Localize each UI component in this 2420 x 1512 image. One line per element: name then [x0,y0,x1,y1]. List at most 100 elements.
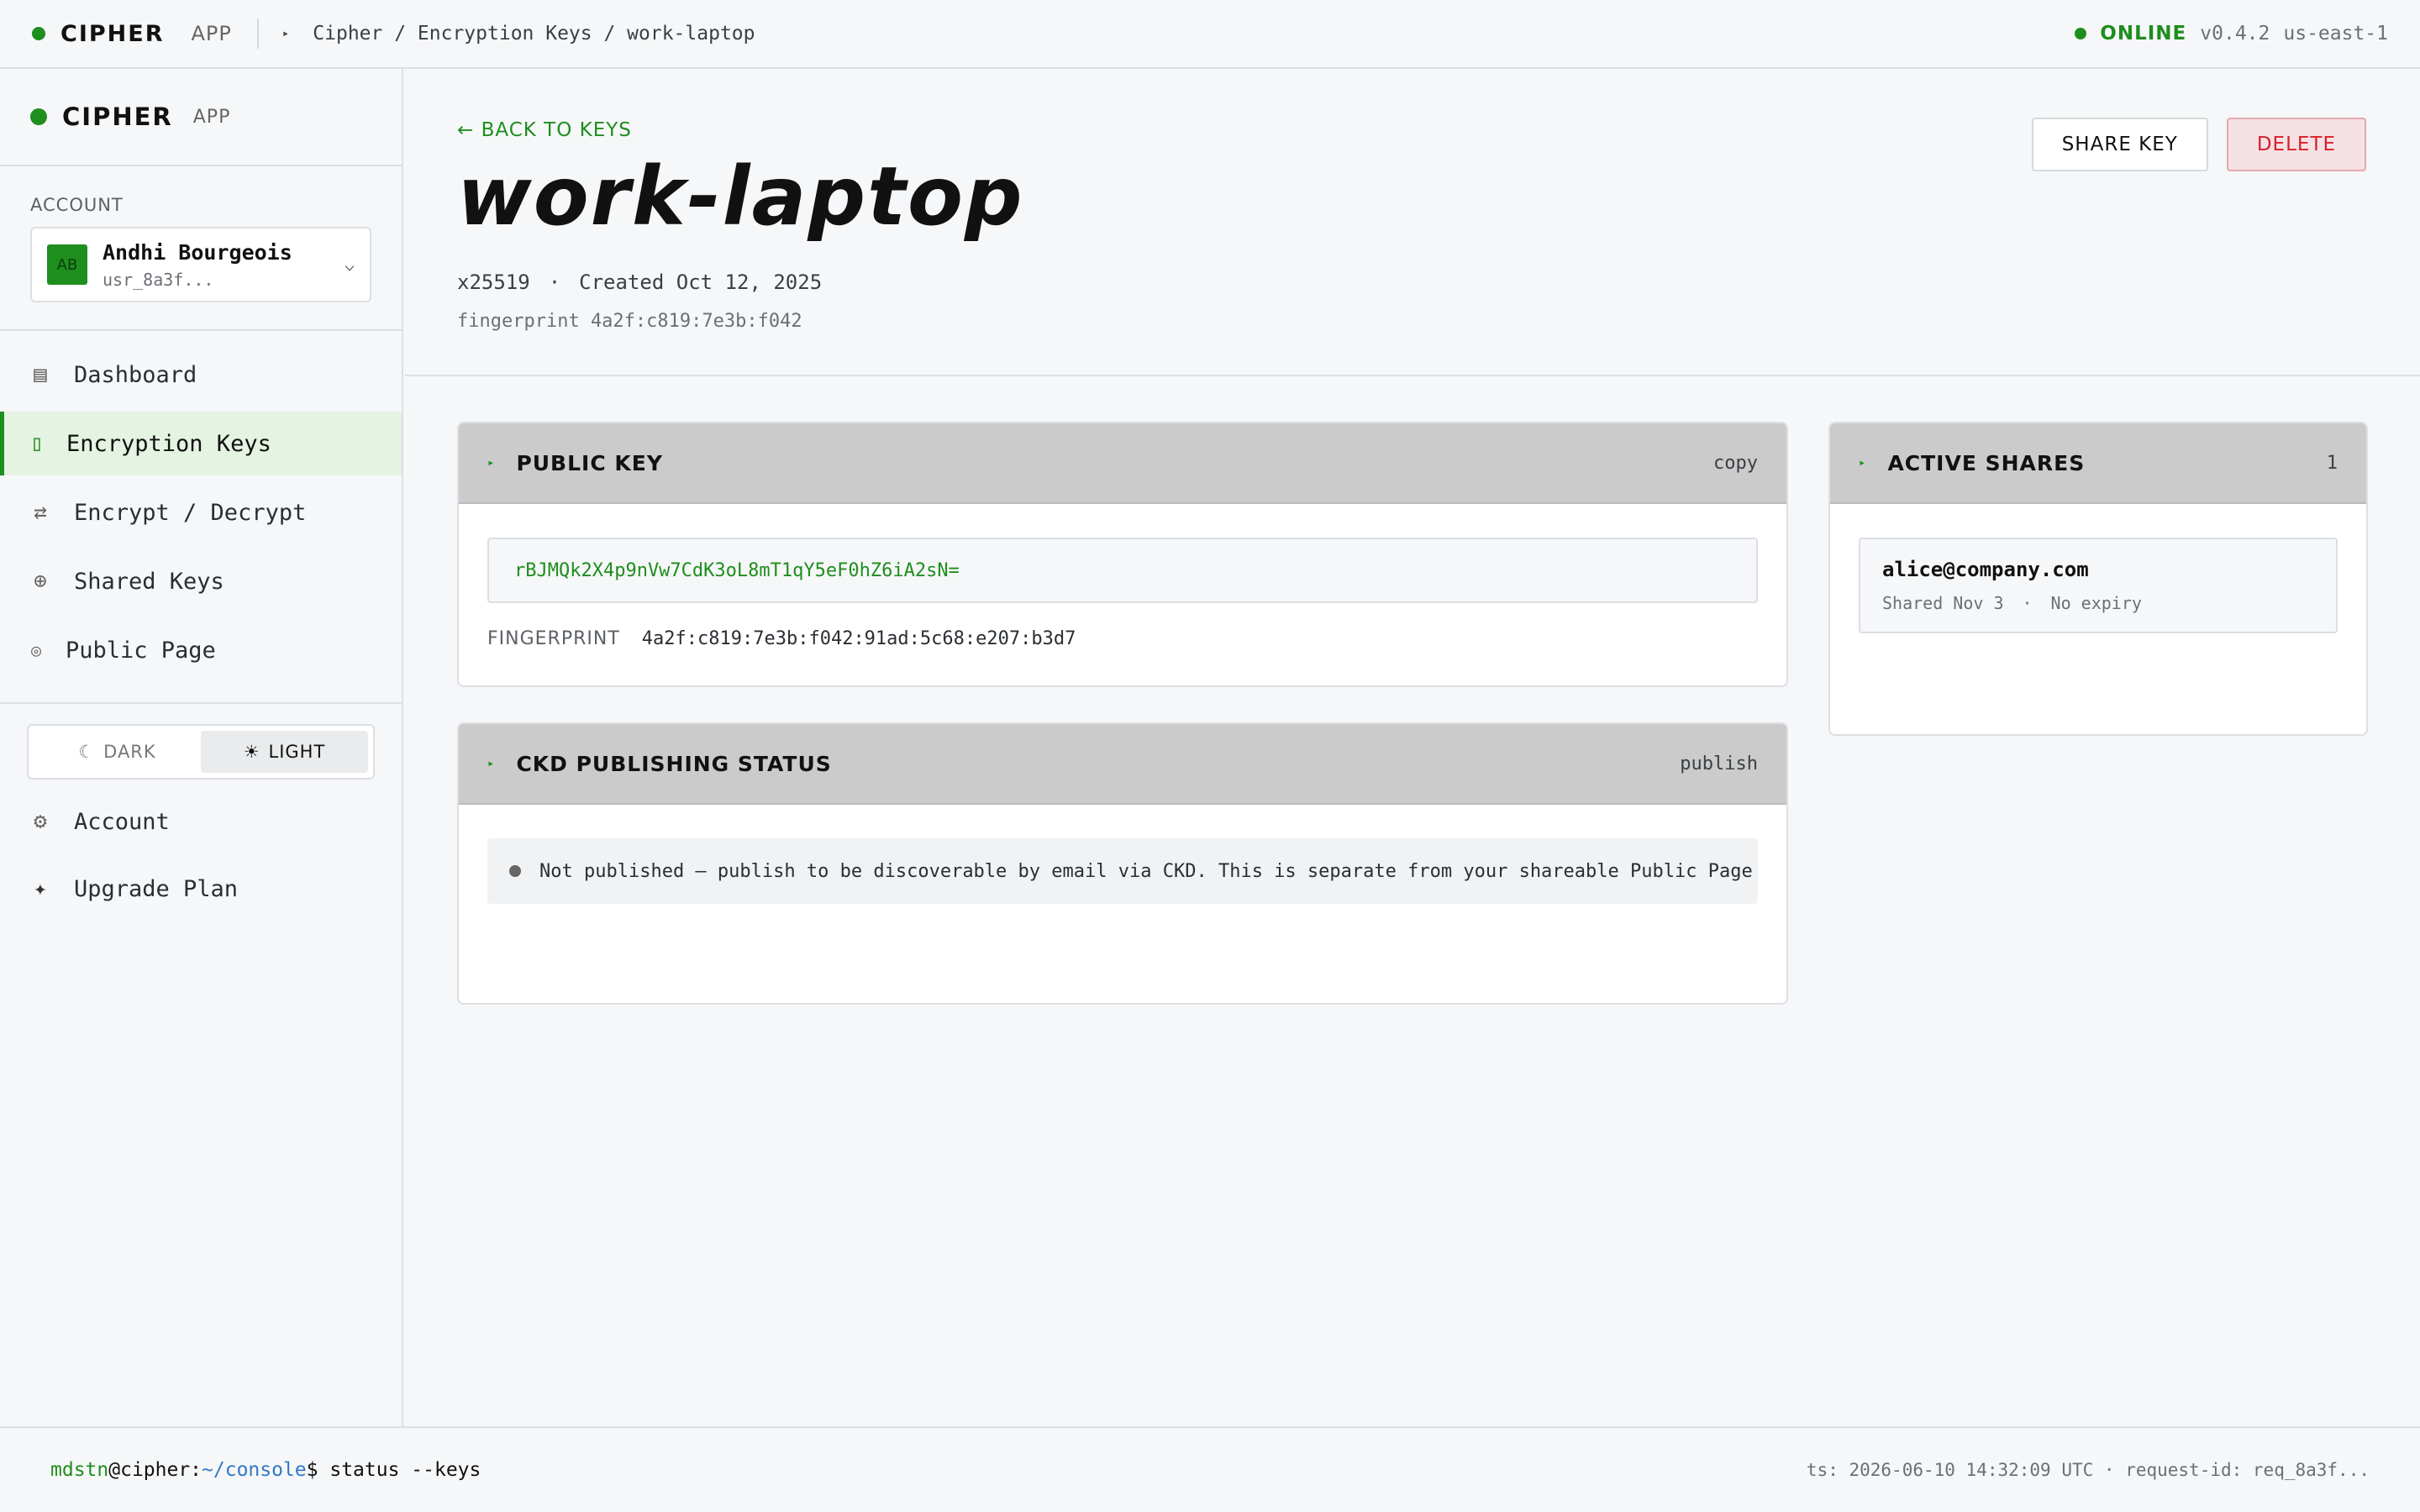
main-nav: ▤ Dashboard ▯ Encryption Keys ⇄ Encrypt … [0,331,402,704]
key-meta: x25519 · Created Oct 12, 2025 [457,270,2368,294]
theme-dark-label: DARK [103,742,156,762]
meta-separator: · [2022,593,2033,613]
copy-button[interactable]: copy [1713,453,1758,474]
gear-icon: ⚙ [34,809,47,834]
sidebar-item-label: Encryption Keys [66,430,271,457]
publish-button[interactable]: publish [1680,753,1758,774]
sidebar-item-label: Shared Keys [74,568,224,595]
ckd-status-message: Not published — publish to be discoverab… [487,838,1758,904]
sidebar-item-label: Encrypt / Decrypt [74,499,307,526]
terminal-host: @cipher: [108,1459,203,1481]
terminal-bar[interactable]: mdstn @cipher: ~/console $ status --keys ts… [0,1426,2420,1512]
public-key-panel-header[interactable]: ▸ PUBLIC KEY copy [459,423,1786,504]
active-shares-panel: ▸ ACTIVE SHARES 1 alice@company.com Shar… [1828,422,2368,736]
sidebar-item-dashboard[interactable]: ▤ Dashboard [0,343,402,407]
chevron-down-icon: ⌵ [344,255,355,275]
ckd-panel-header[interactable]: ▸ CKD PUBLISHING STATUS publish [459,724,1786,805]
caret-right-icon: ▸ [487,456,495,470]
brand-name: CIPHER [60,20,165,47]
top-bar: CIPHER APP ▸ Cipher / Encryption Keys / … [0,0,2420,69]
request-info: ts: 2026-06-10 14:32:09 UTC · request-id… [1806,1460,2370,1480]
terminal-path: ~/console [202,1459,307,1481]
region-label: us-east-1 [2283,23,2388,45]
swap-icon: ⇄ [34,500,47,525]
panel-title: CKD PUBLISHING STATUS [516,751,832,776]
account-section: ACCOUNT AB Andhi Bourgeois usr_8a3f... ⌵ [0,166,402,331]
dashboard-icon: ▤ [34,362,47,387]
sidebar-item-label: Upgrade Plan [74,875,239,902]
sidebar-brand-name: CIPHER [62,102,173,131]
share-expiry: No expiry [2050,593,2142,613]
key-algorithm: x25519 [457,270,530,294]
theme-dark-button[interactable]: ☾ DARK [34,731,201,773]
ckd-status-text: Not published — publish to be discoverab… [539,860,1758,882]
brand-sub: APP [191,22,232,45]
moon-icon: ☾ [78,742,96,762]
ckd-status-panel: ▸ CKD PUBLISHING STATUS publish Not publ… [457,722,1788,1005]
account-id: usr_8a3f... [103,269,214,290]
account-name: Andhi Bourgeois [103,239,292,265]
sidebar-item-label: Public Page [66,637,216,664]
divider [256,18,259,49]
panel-title: ACTIVE SHARES [1887,450,2086,475]
share-count-badge: 1 [2326,452,2338,474]
public-key-value[interactable]: rBJMQk2X4p9nVw7CdK3oL8mT1qY5eF0hZ6iA2sN= [487,538,1758,603]
share-icon: ⊕ [34,569,47,594]
list-item[interactable]: alice@company.com Shared Nov 3 · No expi… [1859,538,2338,633]
theme-section: ☾ DARK ☀ LIGHT [0,704,402,790]
key-fingerprint-short: fingerprint 4a2f:c819:7e3b:f042 [457,311,802,332]
delete-button[interactable]: DELETE [2226,118,2366,171]
sidebar-item-shared-keys[interactable]: ⊕ Shared Keys [0,549,402,613]
sidebar-item-account[interactable]: ⚙ Account [0,790,402,853]
share-email: alice@company.com [1882,558,2089,581]
public-key-panel: ▸ PUBLIC KEY copy rBJMQk2X4p9nVw7CdK3oL8… [457,422,1788,687]
breadcrumb: Cipher / Encryption Keys / work-laptop [313,23,755,45]
terminal-prompt: $ [306,1459,330,1481]
sidebar-item-encryption-keys[interactable]: ▯ Encryption Keys [0,412,402,475]
sidebar-item-label: Account [74,808,170,835]
panel-title: PUBLIC KEY [516,450,663,475]
sidebar-brand-sub: APP [192,106,231,128]
key-actions: SHARE KEY DELETE [2031,118,2366,171]
caret-right-icon: ▸ [487,757,495,770]
main-content: ← BACK TO KEYS work-laptop x25519 · Crea… [405,69,2420,1426]
top-brand[interactable]: CIPHER APP [32,21,232,47]
online-dot-icon [2075,28,2087,39]
brand-dot-icon [30,108,47,125]
share-date: Shared Nov 3 [1882,593,2004,613]
theme-light-label: LIGHT [268,742,326,762]
fingerprint-value: 4a2f:c819:7e3b:f042:91ad:5c68:e207:b3d7 [641,628,1076,649]
theme-light-button[interactable]: ☀ LIGHT [201,731,368,773]
terminal-command: status --keys [329,1459,481,1481]
account-info: Andhi Bourgeois usr_8a3f... [103,240,292,290]
sidebar: CIPHER APP ACCOUNT AB Andhi Bourgeois us… [0,69,403,1426]
avatar: AB [47,244,87,285]
caret-right-icon: ▸ [1859,456,1866,470]
sidebar-item-upgrade-plan[interactable]: ✦ Upgrade Plan [0,857,402,921]
sun-icon: ☀ [243,742,260,762]
status-dot-icon [32,27,45,40]
account-label: ACCOUNT [30,195,124,215]
online-status: ONLINE [2100,23,2187,45]
caret-right-icon: ▸ [281,27,290,40]
globe-icon: ◎ [30,640,42,660]
share-meta: Shared Nov 3 · No expiry [1882,593,2314,613]
account-switcher[interactable]: AB Andhi Bourgeois usr_8a3f... ⌵ [30,227,371,302]
theme-toggle: ☾ DARK ☀ LIGHT [27,724,375,780]
fingerprint-row: FINGERPRINT 4a2f:c819:7e3b:f042:91ad:5c6… [487,628,1758,649]
sidebar-item-encrypt-decrypt[interactable]: ⇄ Encrypt / Decrypt [0,480,402,544]
sparkle-icon: ✦ [34,876,47,901]
terminal-user: mdstn [50,1459,109,1481]
status-dot-icon [509,865,521,877]
share-key-button[interactable]: SHARE KEY [2031,118,2208,171]
fingerprint-label: FINGERPRINT [487,628,620,649]
secondary-nav: ⚙ Account ✦ Upgrade Plan [0,790,402,921]
connection-info: ONLINE v0.4.2 us-east-1 [2075,23,2388,45]
shares-panel-header[interactable]: ▸ ACTIVE SHARES 1 [1830,423,2366,504]
meta-separator: · [548,270,561,294]
version-label: v0.4.2 [2200,23,2270,45]
sidebar-item-label: Dashboard [74,361,197,388]
key-created: Created Oct 12, 2025 [579,270,823,294]
sidebar-brand[interactable]: CIPHER APP [0,69,402,166]
sidebar-item-public-page[interactable]: ◎ Public Page [0,618,402,682]
